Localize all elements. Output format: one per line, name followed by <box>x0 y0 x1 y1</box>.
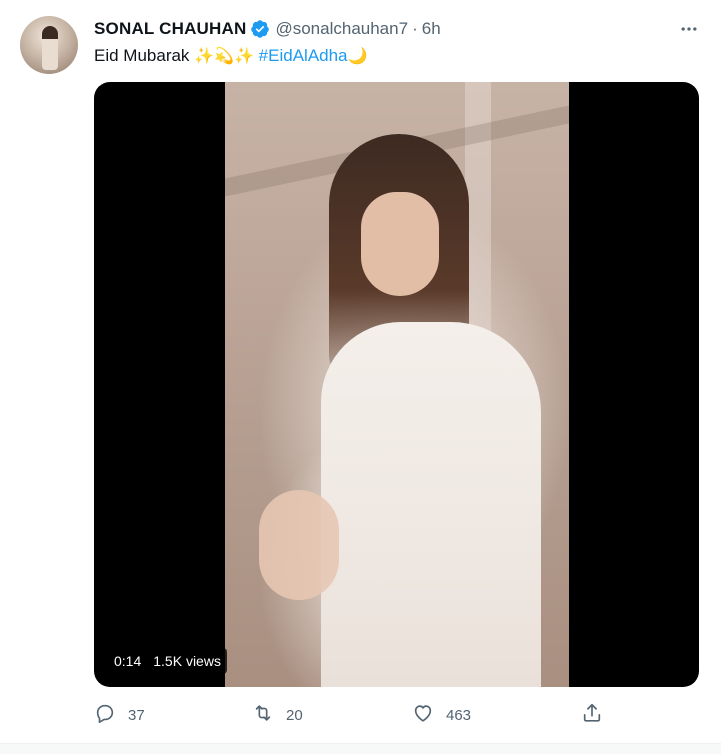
sparkles-emoji: ✨💫✨ <box>194 46 254 65</box>
tweet-actions: 37 20 463 <box>0 700 721 730</box>
tweet-card[interactable]: SONAL CHAUHAN @sonalchauhan7 · 6h Eid Mu… <box>0 0 721 744</box>
reply-button[interactable]: 37 <box>94 700 145 730</box>
retweet-count: 20 <box>286 706 303 724</box>
video-info-badge: 0:14 1.5K views <box>108 648 227 674</box>
reply-count: 37 <box>128 706 145 724</box>
like-count: 463 <box>446 706 472 724</box>
video-player[interactable] <box>94 82 699 687</box>
tweet-text: Eid Mubarak ✨💫✨ #EidAlAdha🌙 <box>94 44 367 68</box>
hashtag-link[interactable]: #EidAlAdha <box>259 46 348 65</box>
share-icon <box>581 702 603 728</box>
verified-badge-icon <box>250 19 270 39</box>
display-name[interactable]: SONAL CHAUHAN <box>94 19 246 39</box>
video-frame[interactable] <box>225 82 569 687</box>
tweet-timestamp[interactable]: 6h <box>422 19 441 39</box>
author-handle[interactable]: @sonalchauhan7 <box>275 19 408 39</box>
share-button[interactable] <box>581 700 603 730</box>
video-views: 1.5K views <box>153 653 221 669</box>
avatar[interactable] <box>20 16 78 74</box>
tweet-header: SONAL CHAUHAN @sonalchauhan7 · 6h <box>94 17 441 41</box>
more-options-icon[interactable] <box>677 18 701 40</box>
like-button[interactable]: 463 <box>412 700 471 730</box>
heart-icon <box>412 702 434 728</box>
reply-icon <box>94 702 116 728</box>
retweet-button[interactable]: 20 <box>252 700 303 730</box>
video-duration: 0:14 <box>114 653 142 669</box>
tweet-text-prefix: Eid Mubarak <box>94 46 190 65</box>
separator-dot: · <box>412 19 418 38</box>
retweet-icon <box>252 702 274 728</box>
avatar-figure <box>42 26 58 70</box>
moon-emoji: 🌙 <box>347 46 368 65</box>
